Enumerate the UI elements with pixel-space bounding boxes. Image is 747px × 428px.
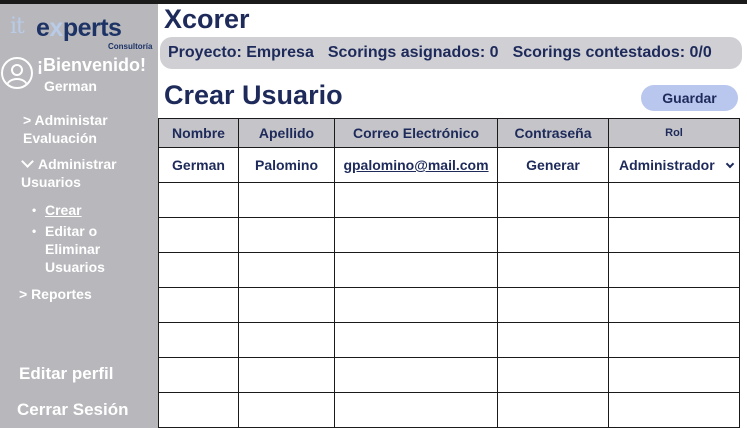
email-value: gpalomino@mail.com	[343, 157, 489, 173]
logo-experts-rest: perts	[62, 14, 122, 42]
empty-cell	[497, 322, 609, 358]
bullet-icon: •	[32, 224, 37, 238]
table-row	[158, 357, 740, 393]
empty-cell	[158, 217, 239, 253]
nav-admin-usuarios-label: Administrar Usuarios	[21, 156, 117, 190]
table-row	[158, 182, 740, 218]
correo-input[interactable]: gpalomino@mail.com	[334, 147, 498, 183]
username: German	[44, 78, 97, 94]
bullet-icon: •	[32, 203, 37, 217]
table-row	[158, 287, 740, 323]
chevron-down-icon	[21, 155, 34, 168]
empty-cell	[238, 392, 335, 428]
empty-cell	[497, 252, 609, 288]
table-header-row: Nombre Apellido Correo Electrónico Contr…	[158, 118, 740, 148]
save-button[interactable]: Guardar	[641, 85, 738, 111]
table-row: German Palomino gpalomino@mail.com Gener…	[158, 147, 740, 183]
project-info-bar: Proyecto: Empresa Scorings asignados: 0 …	[160, 37, 742, 69]
empty-cell	[238, 252, 335, 288]
nombre-input[interactable]: German	[158, 147, 239, 183]
empty-cell	[608, 392, 740, 428]
subnav-editar-label: Editar o Eliminar Usuarios	[45, 223, 105, 275]
empty-cell	[238, 322, 335, 358]
empty-cell	[238, 357, 335, 393]
empty-cell	[608, 322, 740, 358]
empty-cell	[608, 287, 740, 323]
empty-cell	[238, 182, 335, 218]
user-avatar-icon	[1, 57, 33, 89]
users-table: Nombre Apellido Correo Electrónico Contr…	[158, 118, 740, 428]
empty-cell	[158, 287, 239, 323]
sidebar: it experts Consultoría ¡Bienvenido! Germ…	[0, 4, 158, 428]
apellido-input[interactable]: Palomino	[238, 147, 335, 183]
column-header-contrasena: Contraseña	[497, 118, 609, 148]
column-header-correo: Correo Electrónico	[334, 118, 498, 148]
table-row	[158, 252, 740, 288]
empty-cell	[238, 217, 335, 253]
subnav-crear[interactable]: • Crear	[32, 201, 82, 219]
subnav-crear-label: Crear	[45, 202, 82, 218]
logo-subtitle: Consultoría	[108, 42, 153, 51]
empty-cell	[497, 182, 609, 218]
empty-cell	[334, 252, 498, 288]
page-title: Crear Usuario	[164, 80, 343, 110]
empty-cell	[334, 392, 498, 428]
empty-cell	[608, 182, 740, 218]
empty-cell	[608, 357, 740, 393]
empty-cell	[238, 287, 335, 323]
empty-cell	[608, 252, 740, 288]
scorings-assigned: Scorings asignados: 0	[327, 44, 499, 61]
empty-cell	[497, 357, 609, 393]
empty-cell	[497, 287, 609, 323]
empty-cell	[497, 217, 609, 253]
table-row	[158, 322, 740, 358]
column-header-rol: Rol	[608, 118, 740, 148]
empty-cell	[334, 287, 498, 323]
logo-experts-x: x	[49, 14, 63, 42]
scorings-answered: Scorings contestados: 0/0	[512, 44, 712, 61]
rol-select-value: Administrador	[619, 157, 715, 173]
app-title: Xcorer	[164, 4, 250, 34]
empty-cell	[158, 392, 239, 428]
logo-it: it	[10, 14, 25, 39]
nav-admin-evaluacion[interactable]: > Administar Evaluación	[23, 111, 153, 147]
chevron-down-icon	[725, 159, 735, 168]
empty-cell	[608, 217, 740, 253]
column-header-apellido: Apellido	[238, 118, 335, 148]
project-name: Proyecto: Empresa	[168, 44, 314, 61]
logo-experts: experts	[36, 14, 122, 43]
table-row	[158, 392, 740, 428]
company-logo: it experts Consultoría	[8, 14, 158, 51]
empty-cell	[334, 217, 498, 253]
empty-cell	[158, 322, 239, 358]
rol-select[interactable]: Administrador	[608, 147, 740, 183]
empty-cell	[334, 357, 498, 393]
empty-cell	[158, 357, 239, 393]
empty-cell	[158, 252, 239, 288]
nav-admin-usuarios[interactable]: Administrar Usuarios	[21, 155, 151, 191]
empty-cell	[334, 182, 498, 218]
empty-cell	[334, 322, 498, 358]
logo-experts-e: e	[36, 14, 50, 42]
column-header-nombre: Nombre	[158, 118, 239, 148]
edit-profile-link[interactable]: Editar perfil	[19, 364, 113, 384]
empty-cell	[158, 182, 239, 218]
subnav-editar-eliminar[interactable]: • Editar o Eliminar Usuarios	[32, 222, 145, 276]
empty-cell	[497, 392, 609, 428]
logout-link[interactable]: Cerrar Sesión	[17, 400, 129, 420]
welcome-text: ¡Bienvenido!	[37, 55, 147, 75]
table-row	[158, 217, 740, 253]
generar-password-button[interactable]: Generar	[497, 147, 609, 183]
nav-reportes[interactable]: > Reportes	[19, 285, 92, 303]
